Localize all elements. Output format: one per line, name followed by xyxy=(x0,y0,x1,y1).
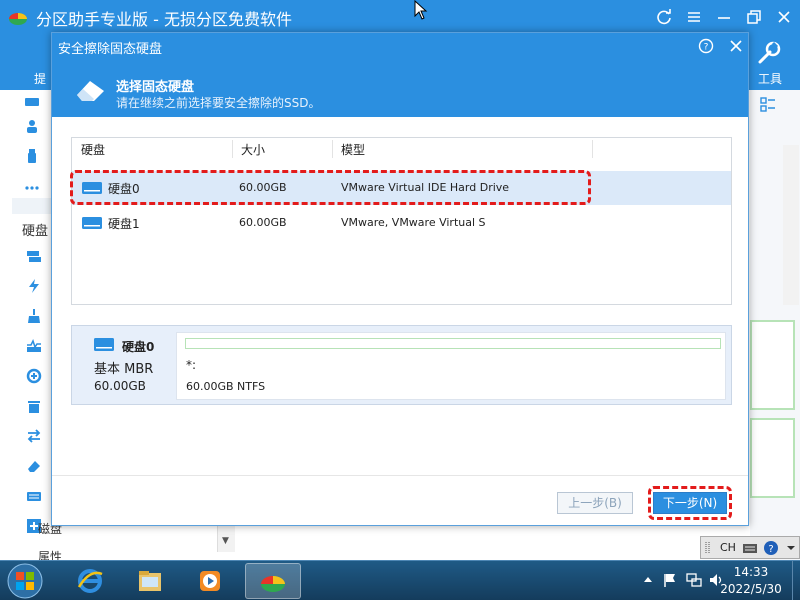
help-icon[interactable]: ? xyxy=(698,38,714,54)
app-titlebar: 分区助手专业版 - 无损分区免费软件 xyxy=(0,0,800,34)
restore-icon[interactable] xyxy=(742,5,766,29)
keyboard-layout-icon[interactable] xyxy=(742,540,758,556)
partition-info: 60.00GB NTFS xyxy=(186,380,266,393)
disk-icon[interactable] xyxy=(24,94,40,110)
convert-icon[interactable] xyxy=(26,428,42,444)
table-header: 硬盘 大小 模型 xyxy=(72,138,731,160)
minimize-icon[interactable] xyxy=(712,5,736,29)
app-title: 分区助手专业版 - 无损分区免费软件 xyxy=(36,10,292,29)
svg-text:?: ? xyxy=(768,544,773,555)
grip-icon[interactable] xyxy=(704,541,712,555)
usb-icon[interactable] xyxy=(24,148,40,164)
lightning-icon[interactable] xyxy=(26,278,42,294)
close-icon[interactable] xyxy=(772,5,796,29)
clock-date[interactable]: 2022/5/30 xyxy=(712,582,790,596)
more-icon[interactable] xyxy=(24,180,40,196)
detail-disk-name: 硬盘0 xyxy=(122,340,155,354)
network-icon[interactable] xyxy=(686,572,702,588)
taskbar-partition-assistant[interactable] xyxy=(245,563,301,599)
help-circle-icon[interactable]: ? xyxy=(763,540,779,556)
partition-block[interactable]: *: 60.00GB NTFS xyxy=(176,332,726,400)
column-separator xyxy=(232,140,233,158)
disk-table: 硬盘 大小 模型 硬盘0 60.00GB VMware Virtual IDE … xyxy=(71,137,732,305)
table-row[interactable]: 硬盘1 60.00GB VMware, VMware Virtual S xyxy=(72,206,731,240)
header-subtitle: 请在继续之前选择要安全擦除的SSD。 xyxy=(116,96,321,110)
detail-disk-size: 60.00GB xyxy=(94,379,146,393)
disk-copy-icon[interactable] xyxy=(26,248,42,264)
keyboard-icon[interactable] xyxy=(26,488,42,504)
eraser-header-icon xyxy=(77,81,104,101)
selected-row-highlight xyxy=(70,170,591,205)
app-logo-icon xyxy=(9,13,27,25)
clock-time[interactable]: 14:33 xyxy=(726,565,776,579)
folder-icon xyxy=(139,571,161,591)
partition-assistant-icon xyxy=(261,576,285,592)
svg-text:?: ? xyxy=(704,43,709,53)
tools-icon[interactable] xyxy=(756,40,782,66)
options-arrow-icon[interactable] xyxy=(783,540,799,556)
partition-usage-bar xyxy=(185,338,721,349)
ribbon-partial-label: 提 xyxy=(34,72,47,86)
taskbar-ie[interactable] xyxy=(62,563,118,599)
taskbar-media-player[interactable] xyxy=(182,563,238,599)
ie-icon xyxy=(77,569,103,593)
main-scrollbar[interactable] xyxy=(783,145,799,305)
tools-label[interactable]: 工具 xyxy=(758,70,782,87)
hard-disk-icon xyxy=(82,217,102,229)
column-header-model[interactable]: 模型 xyxy=(341,141,365,158)
mouse-cursor-icon xyxy=(414,0,428,20)
show-hidden-icons-icon[interactable] xyxy=(640,572,656,588)
column-header-disk[interactable]: 硬盘 xyxy=(81,141,105,158)
language-indicator[interactable]: CH xyxy=(720,541,736,554)
media-player-icon xyxy=(200,571,220,591)
row-disk-size: 60.00GB xyxy=(239,216,287,229)
refresh-icon[interactable] xyxy=(652,5,676,29)
column-separator xyxy=(592,140,593,158)
column-separator xyxy=(332,140,333,158)
header-title: 选择固态硬盘 xyxy=(116,80,195,95)
next-button-highlight xyxy=(648,486,732,520)
delete-icon[interactable] xyxy=(26,398,42,414)
dialog-close-icon[interactable] xyxy=(728,38,744,54)
dialog-footer: 上一步(B) 下一步(N) xyxy=(52,475,748,525)
start-button-icon[interactable] xyxy=(5,562,45,600)
row-disk-name: 硬盘1 xyxy=(108,217,140,231)
disk-health-icon[interactable] xyxy=(26,338,42,354)
partition-letter: *: xyxy=(186,358,197,372)
disk-detail-panel: 硬盘0 基本 MBR 60.00GB *: 60.00GB NTFS xyxy=(71,325,732,405)
action-center-flag-icon[interactable] xyxy=(662,572,678,588)
partition-map-box-1 xyxy=(750,320,795,410)
dialog-header: 选择固态硬盘 请在继续之前选择要安全擦除的SSD。 xyxy=(52,59,748,117)
eraser-icon[interactable] xyxy=(26,458,42,474)
taskbar-explorer[interactable] xyxy=(122,563,178,599)
row-disk-model: VMware, VMware Virtual S xyxy=(341,216,486,229)
secure-erase-dialog: 安全擦除固态硬盘 ? 选择固态硬盘 请在继续之前选择要安全擦除的SSD。 硬盘 … xyxy=(51,32,749,526)
view-toggle-icon[interactable] xyxy=(760,97,776,113)
scroll-down-icon[interactable]: ▼ xyxy=(222,536,229,546)
hard-disk-icon xyxy=(94,338,114,351)
show-desktop-button[interactable] xyxy=(792,561,800,600)
user-icon[interactable] xyxy=(24,118,40,134)
detail-disk-type: 基本 MBR xyxy=(94,362,154,377)
language-bar: CH ? xyxy=(700,536,800,559)
prev-button[interactable]: 上一步(B) xyxy=(557,492,633,514)
column-header-size[interactable]: 大小 xyxy=(241,141,265,158)
menu-icon[interactable] xyxy=(682,5,706,29)
recovery-icon[interactable] xyxy=(26,368,42,384)
taskbar: 14:33 2022/5/30 xyxy=(0,560,800,600)
sidebar-section-disk: 硬盘 xyxy=(22,224,49,239)
dialog-titlebar: 安全擦除固态硬盘 ? xyxy=(52,33,748,59)
partition-map-box-2 xyxy=(750,418,795,498)
broom-icon[interactable] xyxy=(26,308,42,324)
dialog-title: 安全擦除固态硬盘 xyxy=(58,42,163,57)
